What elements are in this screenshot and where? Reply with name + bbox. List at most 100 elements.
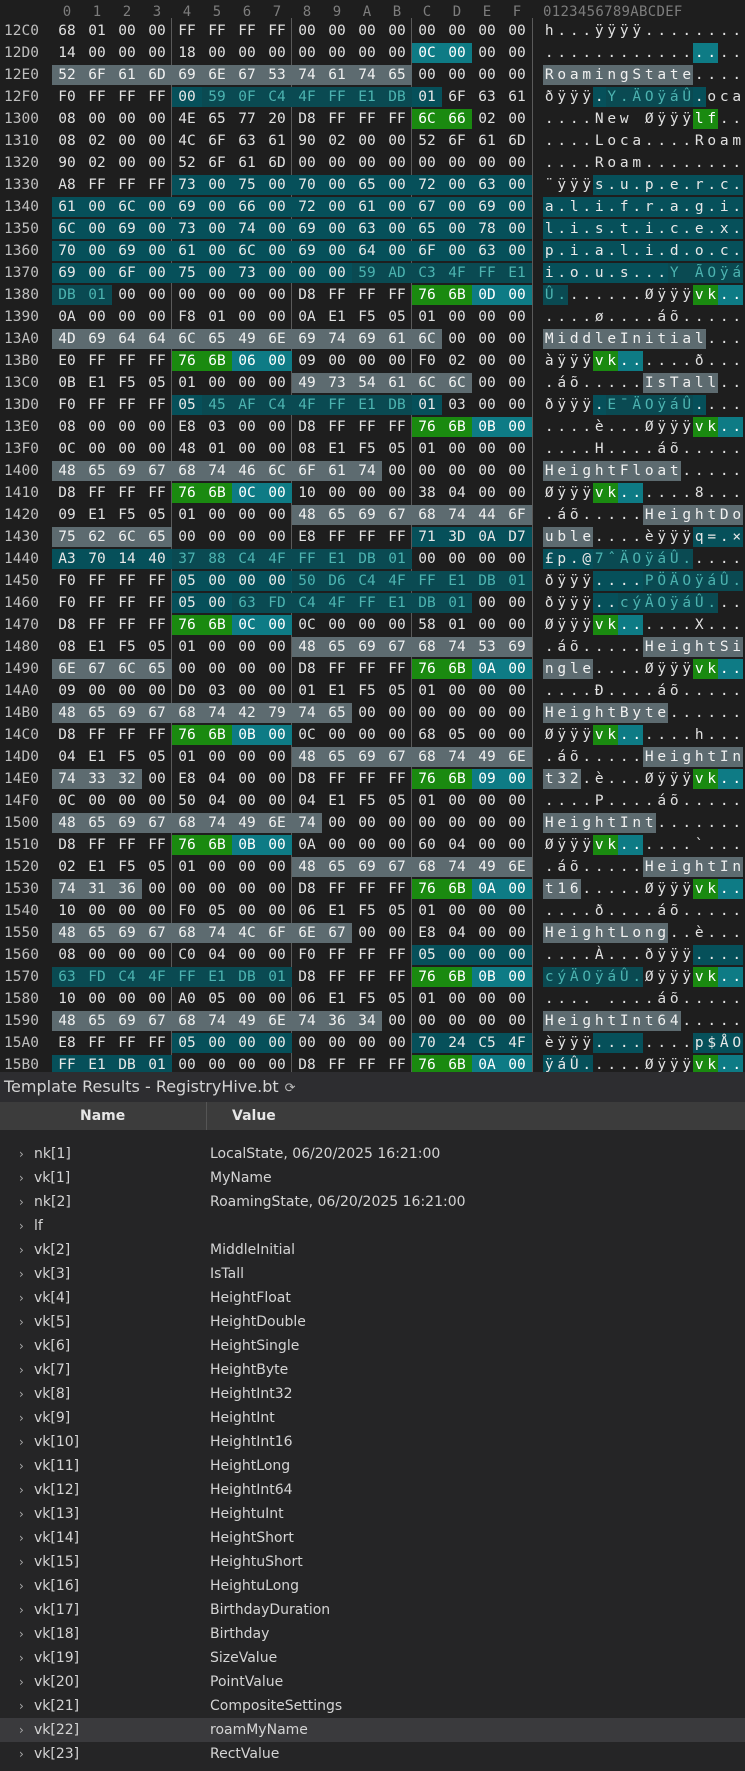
ascii-char[interactable]: ÿ (668, 527, 681, 547)
ascii-char[interactable]: . (706, 307, 719, 327)
ascii-char[interactable]: . (681, 813, 694, 833)
ascii-char[interactable]: ÿ (656, 1055, 669, 1072)
hex-byte[interactable]: 00 (502, 65, 532, 85)
hex-byte[interactable]: FF (112, 725, 142, 745)
expand-chevron-icon[interactable]: › (19, 1382, 24, 1406)
ascii-char[interactable]: . (693, 813, 706, 833)
ascii-char[interactable]: t (543, 879, 556, 899)
ascii-char[interactable]: . (581, 285, 594, 305)
ascii-char[interactable]: . (731, 307, 744, 327)
hex-byte[interactable]: 04 (442, 483, 472, 503)
ascii-char[interactable]: = (705, 527, 718, 547)
ascii-char[interactable]: 6 (568, 879, 581, 899)
ascii-char[interactable]: ÿ (693, 571, 706, 591)
hex-byte[interactable]: 49 (232, 813, 262, 833)
hex-byte[interactable]: DB (382, 87, 412, 107)
hex-byte[interactable]: C3 (412, 263, 442, 283)
hex-byte[interactable]: 69 (172, 197, 202, 217)
ascii-char[interactable]: . (681, 703, 694, 723)
ascii-char[interactable]: 8 (693, 483, 706, 503)
hex-byte[interactable]: 00 (202, 1055, 232, 1072)
ascii-char[interactable]: á (656, 307, 669, 327)
hex-byte[interactable]: AF (232, 395, 262, 415)
hex-byte[interactable]: C4 (262, 87, 292, 107)
ascii-char[interactable]: s (655, 373, 668, 393)
hex-byte[interactable]: 00 (202, 857, 232, 877)
ascii-char[interactable]: t (655, 329, 668, 349)
hex-byte[interactable]: 00 (472, 989, 502, 1009)
hex-byte[interactable]: 00 (232, 901, 262, 921)
ascii-char[interactable]: . (543, 109, 556, 129)
hex-byte[interactable]: 00 (82, 109, 112, 129)
hex-byte[interactable]: 00 (382, 1011, 412, 1031)
hex-byte[interactable]: 00 (502, 351, 532, 371)
hex-byte[interactable]: 6C (412, 329, 442, 349)
hex-byte[interactable]: C4 (262, 395, 292, 415)
template-row[interactable]: › vk[5] HeightDouble (0, 1310, 745, 1334)
expand-chevron-icon[interactable]: › (19, 1742, 24, 1766)
hex-byte[interactable]: FF (112, 1033, 142, 1053)
hex-byte[interactable]: 00 (502, 241, 532, 261)
hex-byte[interactable]: 00 (292, 153, 322, 173)
ascii-char[interactable]: . (543, 505, 556, 525)
ascii-char[interactable]: . (681, 791, 694, 811)
hex-byte[interactable]: 00 (472, 43, 502, 63)
hex-byte[interactable]: 00 (472, 549, 502, 569)
hex-byte[interactable]: 58 (412, 615, 442, 635)
ascii-char[interactable]: . (681, 43, 694, 63)
hex-byte[interactable]: 75 (172, 263, 202, 283)
ascii-char[interactable]: . (630, 241, 643, 261)
ascii-char[interactable]: . (630, 967, 643, 987)
ascii-char[interactable]: . (618, 835, 631, 855)
hex-byte[interactable]: 01 (142, 1055, 172, 1072)
hex-byte[interactable]: 05 (382, 307, 412, 327)
ascii-char[interactable]: . (655, 175, 668, 195)
hex-byte[interactable]: FF (322, 395, 352, 415)
ascii-char[interactable]: . (693, 43, 706, 63)
hex-byte[interactable]: 00 (412, 813, 442, 833)
hex-byte[interactable]: 69 (82, 329, 112, 349)
ascii-char[interactable]: c (543, 967, 556, 987)
hex-byte[interactable]: 69 (292, 329, 322, 349)
ascii-char[interactable]: ÿ (656, 879, 669, 899)
ascii-char[interactable]: . (718, 769, 731, 789)
hex-byte[interactable]: 4F (292, 395, 322, 415)
ascii-char[interactable]: i (593, 197, 606, 217)
hex-byte[interactable]: 63 (232, 131, 262, 151)
hex-byte[interactable]: FF (112, 351, 142, 371)
hex-byte[interactable]: FF (202, 21, 232, 41)
ascii-char[interactable]: S (630, 65, 643, 85)
ascii-char[interactable]: . (668, 835, 681, 855)
ascii-char[interactable]: F (618, 461, 631, 481)
ascii-char[interactable]: . (731, 373, 744, 393)
ascii-char[interactable]: . (718, 681, 731, 701)
hex-byte[interactable]: 63 (472, 175, 502, 195)
ascii-char[interactable]: v (593, 725, 606, 745)
hex-byte[interactable]: 61 (322, 65, 352, 85)
hex-byte[interactable]: 00 (262, 615, 292, 635)
hex-byte[interactable]: 69 (112, 241, 142, 261)
ascii-char[interactable]: k (705, 879, 718, 899)
ascii-char[interactable]: . (668, 923, 681, 943)
ascii-char[interactable]: . (606, 945, 619, 965)
hex-byte[interactable]: FF (142, 615, 172, 635)
ascii-char[interactable]: i (568, 461, 581, 481)
hex-byte[interactable]: 00 (502, 153, 532, 173)
ascii-char[interactable]: . (543, 43, 556, 63)
hex-byte[interactable]: 05 (142, 637, 172, 657)
hex-byte[interactable]: E1 (322, 901, 352, 921)
ascii-char[interactable]: t (643, 703, 656, 723)
hex-byte[interactable]: 00 (502, 219, 532, 239)
ascii-char[interactable]: . (543, 307, 556, 327)
ascii-char[interactable]: . (581, 373, 594, 393)
ascii-char[interactable]: . (581, 879, 594, 899)
ascii-char[interactable]: a (718, 131, 731, 151)
ascii-char[interactable]: 1 (555, 879, 568, 899)
ascii-char[interactable]: . (631, 439, 644, 459)
ascii-char[interactable]: I (618, 813, 631, 833)
ascii-char[interactable]: ÿ (681, 659, 694, 679)
hex-byte[interactable]: E1 (202, 967, 232, 987)
ascii-char[interactable]: . (618, 879, 631, 899)
ascii-char[interactable]: . (706, 725, 719, 745)
template-row[interactable]: › vk[19] SizeValue (0, 1646, 745, 1670)
